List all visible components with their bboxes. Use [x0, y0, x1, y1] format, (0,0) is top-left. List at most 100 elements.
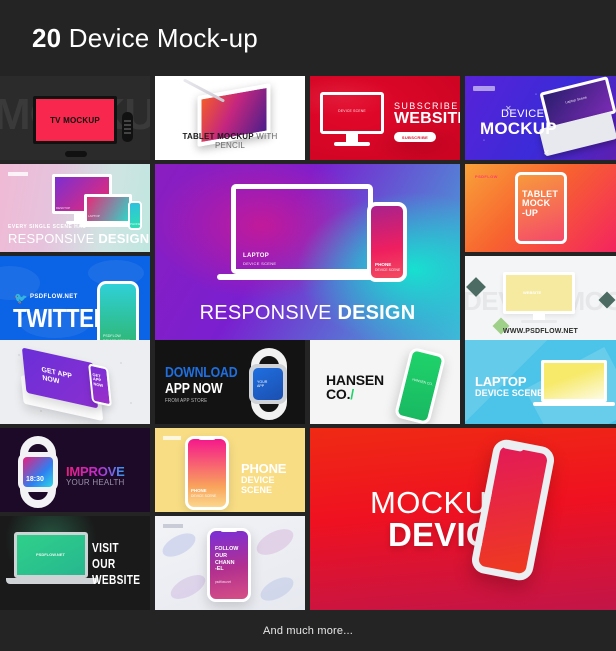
responsive-small-line1: EVERY SINGLE SCENE HAS [8, 224, 87, 230]
phone-notch [198, 436, 216, 440]
monitor-neck [346, 134, 358, 142]
tile-tablet-pencil[interactable]: TABLET MOCKUP WITH PENCIL [155, 76, 305, 160]
phone-screen-label: PHONE [130, 222, 141, 226]
hansen-line2-text: CO. [326, 386, 351, 402]
tile-subscribe-website[interactable]: DEVICE SCENE SUBSCRIBE WEBSITE SUBSCRIBE [310, 76, 460, 160]
mockup-preview-page: 20 Device Mock-up MOCKUP TV MOCKUP TABLE… [0, 0, 616, 651]
tile-responsive-design-small[interactable]: DESKTOP LAPTOP PHONE EVERY SINGLE SCENE … [0, 164, 150, 252]
phone-screen-label: PSDFLOW [103, 334, 121, 338]
monitor-base [521, 320, 557, 323]
laptop-screen [541, 360, 607, 402]
tile-tablet-mockup[interactable]: PSDFLOW TABLET MOCK -UP [465, 164, 616, 252]
decor-ellipse [158, 528, 200, 562]
download-line3: FROM APP STORE [165, 398, 208, 404]
follow-line2: OUR [215, 552, 227, 559]
brand-tag [163, 436, 181, 440]
follow-sub-label: psdflow.net [215, 580, 231, 584]
decor-ellipse [252, 523, 298, 561]
laptop-screen-label: LAPTOP [88, 214, 100, 218]
tile-device-mockup-laptop[interactable]: Laptop Scene DEVICE MOCKUP ✕ ✕ ◦ ◦ [465, 76, 616, 160]
mockup-grid: MOCKUP TV MOCKUP TABLET MOCKUP WITH PENC… [0, 76, 616, 610]
tile-responsive-design-large[interactable]: LAPTOP DEVICE SCENE PHONE DEVICE SCENE R… [155, 164, 460, 340]
tile-twitter[interactable]: 🐦 PSDFLOW.NET TWITTER PSDFLOW DEVICE SCE… [0, 256, 150, 340]
phone-notch [220, 528, 238, 532]
improve-line1: IMPROVE [66, 464, 125, 479]
laptop-scene-line1: LAPTOP [475, 374, 527, 389]
subscribe-line2: WEBSITE [394, 110, 460, 127]
subscribe-button[interactable]: SUBSCRIBE [394, 132, 436, 142]
improve-line2: YOUR HEALTH [66, 478, 125, 487]
phone-label: PHONE [375, 262, 392, 267]
watch-label-line2: APP [257, 384, 265, 389]
laptop-device [84, 194, 132, 224]
download-line1: DOWNLOAD [165, 364, 238, 381]
tile-improve-your-health[interactable]: 18:30 IMPROVE YOUR HEALTH [0, 428, 150, 512]
laptop-label: LAPTOP [243, 253, 270, 259]
follow-line3: CHANN [215, 559, 235, 566]
brand-tag [163, 524, 183, 528]
watch-screen-label: YOUR APP [257, 380, 267, 389]
tablet-line3: -UP [522, 207, 539, 218]
tv-screen: TV MOCKUP [33, 96, 117, 144]
visit-line2: OUR [92, 556, 116, 571]
hansen-slash: / [350, 386, 354, 402]
tile-follow-our-channel[interactable]: FOLLOW OUR CHANN -EL psdflow.net [155, 516, 305, 610]
tablet-pencil-caption: TABLET MOCKUP WITH PENCIL [175, 132, 285, 150]
footer: And much more... [0, 610, 616, 651]
phone-device [185, 436, 229, 510]
page-title: 20 Device Mock-up [32, 23, 258, 54]
brand-badge [473, 86, 495, 91]
tablet-mockup-text: TABLET MOCK -UP [522, 189, 558, 218]
responsive-small-line2-bold: DESIGN [98, 231, 150, 246]
header: 20 Device Mock-up [0, 0, 616, 76]
follow-text: FOLLOW OUR CHANN -EL [215, 546, 238, 573]
phone-scene-line1: PHONE [241, 461, 287, 476]
tile-tv-mockup[interactable]: MOCKUP TV MOCKUP [0, 76, 150, 160]
responsive-small-line2: RESPONSIVE DESIGN [8, 231, 149, 246]
responsive-large-caption: RESPONSIVE DESIGN [155, 302, 460, 325]
tile-download-app-now[interactable]: DOWNLOAD APP NOW FROM APP STORE YOUR APP [155, 340, 305, 424]
monitor-screen-label: DESKTOP [56, 206, 71, 210]
tile-phone-device-scene[interactable]: PHONE DEVICE SCENE PHONE DEVICE SCENE [155, 428, 305, 512]
monitor-base [334, 142, 370, 146]
website-url-label: WWW.PSDFLOW.NET [503, 328, 578, 335]
decor-ellipse [256, 572, 298, 606]
watch-time-label: 18:30 [26, 476, 44, 483]
device-mockup-line2: MOCKUP [480, 119, 557, 138]
tv-screen-label: TV MOCKUP [50, 115, 100, 125]
phone-scene-line2: DEVICE SCENE [241, 475, 275, 495]
twitter-title: TWITTER [13, 303, 110, 333]
download-line2: APP NOW [165, 380, 223, 397]
phone-screen-sublabel: DEVICE SCENE [191, 494, 217, 498]
page-title-count: 20 [32, 22, 62, 53]
twitter-site-label: PSDFLOW.NET [30, 294, 78, 300]
decor-ellipse [166, 570, 210, 604]
laptop-scene-line2: DEVICE SCENE [475, 388, 544, 398]
laptop-base [217, 274, 387, 280]
laptop-screen-label: PSDFLOW.NET [36, 552, 65, 557]
tv-stand [65, 151, 87, 157]
laptop-base [533, 402, 615, 406]
subscribe-button-label: SUBSCRIBE [401, 134, 429, 140]
brand-tag-label: PSDFLOW [475, 174, 498, 179]
circle-icon: ◦ [535, 92, 538, 98]
tv-remote-icon [122, 112, 133, 142]
phone-screen-label: PHONE [191, 488, 207, 493]
visit-line3: WEBSITE [92, 572, 141, 587]
phone-device [469, 437, 557, 583]
tile-hansen-co[interactable]: HANSEN CO./ HANSEN CO. [310, 340, 460, 424]
tile-device-mockup-light[interactable]: DEVICE MOCKUP WEBSITE WWW.PSDFLOW.NET [465, 256, 616, 340]
phone-screen-label: GET APP NOW [92, 372, 103, 389]
tile-visit-our-website[interactable]: PSDFLOW.NET VISIT OUR WEBSITE [0, 516, 150, 610]
follow-line1: FOLLOW [215, 546, 239, 552]
follow-line4: -EL [215, 566, 224, 573]
laptop-sublabel: DEVICE SCENE [243, 261, 277, 266]
page-title-rest: Device Mock-up [61, 22, 258, 53]
tile-laptop-device-scene[interactable]: LAPTOP DEVICE SCENE [465, 340, 616, 424]
footer-text: And much more... [262, 624, 353, 637]
circle-icon: ◦ [483, 138, 486, 144]
tile-get-app-now[interactable]: GET APP NOW GET APP NOW [0, 340, 150, 424]
cross-icon: ✕ [505, 104, 512, 113]
tile-mockup-device[interactable]: MOCKUP DEVICE [310, 428, 616, 610]
phone-device [393, 346, 447, 424]
